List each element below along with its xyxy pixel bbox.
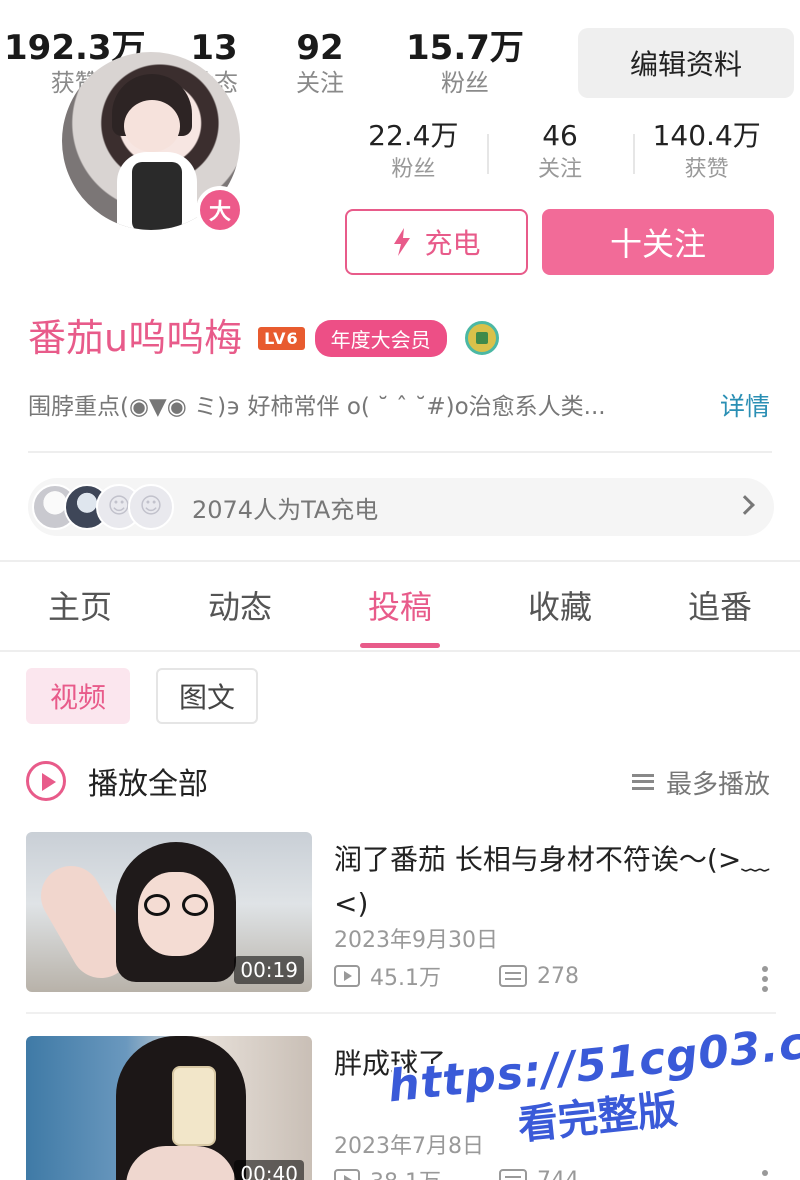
thumbnail-figure	[182, 894, 208, 916]
profile-stats: 22.4万 粉丝 46 关注 140.4万 获赞	[340, 118, 780, 198]
video-duration: 00:40	[234, 1160, 304, 1180]
legacy-stat-value: 15.7万	[406, 28, 524, 68]
more-vertical-icon[interactable]	[762, 966, 768, 972]
tab-home[interactable]: 主页	[0, 562, 160, 650]
sort-button[interactable]: 最多播放	[632, 760, 770, 804]
legacy-stat-value: 92	[296, 28, 344, 68]
video-danmaku: 278	[537, 963, 579, 989]
lightning-icon	[394, 228, 411, 256]
video-duration: 00:19	[234, 956, 304, 984]
divider	[26, 1012, 776, 1014]
video-views: 45.1万	[370, 966, 441, 991]
legacy-stat-label: 粉丝	[440, 69, 489, 97]
thumbnail-figure	[172, 1066, 216, 1146]
danmaku-icon	[499, 1169, 527, 1180]
thumbnail-figure	[144, 894, 170, 916]
legacy-stat-value: 13	[190, 28, 238, 68]
name-row: 番茄u呜呜梅 LV6 年度大会员	[28, 312, 788, 364]
stat-likes[interactable]: 140.4万 获赞	[633, 118, 780, 198]
video-meta: 38.1万 744	[334, 1164, 579, 1180]
video-thumbnail[interactable]: 00:19	[26, 832, 312, 992]
avatar-apron	[132, 162, 182, 230]
stat-fans[interactable]: 22.4万 粉丝	[340, 118, 487, 198]
legacy-stat-label: 关注	[296, 69, 344, 97]
stat-following[interactable]: 46 关注	[486, 118, 634, 198]
avatar-face	[124, 100, 180, 152]
charger-list[interactable]: 2074人为TA充电	[28, 478, 774, 536]
more-vertical-icon[interactable]	[762, 1170, 768, 1176]
stat-label: 关注	[538, 157, 583, 182]
follow-button[interactable]: 十关注	[542, 209, 774, 275]
charge-button[interactable]: 充电	[345, 209, 528, 275]
bio-details-link[interactable]: 详情	[720, 388, 770, 426]
stat-value: 140.4万	[652, 119, 761, 152]
username: 番茄u呜呜梅	[28, 316, 243, 360]
video-views: 38.1万	[370, 1164, 441, 1180]
video-meta: 45.1万 278	[334, 960, 579, 992]
video-date: 2023年9月30日	[334, 928, 498, 953]
video-title[interactable]: 润了番茄 长相与身材不符诶～(>﹏<)	[334, 838, 774, 926]
play-all-label: 播放全部	[88, 767, 208, 802]
list-icon	[632, 774, 654, 790]
level-badge: LV6	[258, 326, 305, 350]
tab-uploads[interactable]: 投稿	[320, 562, 480, 650]
video-date: 2023年7月8日	[334, 1134, 484, 1159]
chevron-right-icon	[735, 495, 755, 515]
avatar	[128, 484, 174, 530]
charger-count-text: 2074人为TA充电	[192, 495, 379, 524]
danmaku-icon	[499, 965, 527, 987]
tab-favorites[interactable]: 收藏	[480, 562, 640, 650]
profile-tabs: 主页 动态 投稿 收藏 追番	[0, 562, 800, 652]
bio-text: 围脖重点(◉▼◉ ミ)϶ 好柿常伴 o( ˘ ˆ ˘#)o治愈系人类...	[28, 394, 606, 420]
medal-icon[interactable]	[464, 321, 499, 355]
charge-button-label: 充电	[424, 227, 481, 260]
play-all-button[interactable]: 播放全部	[26, 758, 208, 804]
stat-value: 46	[542, 119, 578, 152]
stat-value: 22.4万	[368, 119, 459, 152]
divider	[28, 451, 772, 453]
video-title[interactable]: 胖成球了	[334, 1042, 774, 1086]
filter-post-chip[interactable]: 图文	[156, 668, 258, 724]
play-count-icon	[334, 1169, 360, 1180]
vip-badge[interactable]: 年度大会员	[314, 319, 447, 357]
sort-label: 最多播放	[666, 769, 771, 800]
filter-video-chip[interactable]: 视频	[26, 668, 130, 724]
tab-dynamics[interactable]: 动态	[160, 562, 320, 650]
play-circle-icon	[26, 761, 66, 801]
tab-bangumi[interactable]: 追番	[640, 562, 800, 650]
play-count-icon	[334, 965, 360, 987]
legacy-stat-following[interactable]: 92 关注	[296, 28, 344, 98]
video-card[interactable]: 00:40 胖成球了 2023年7月8日 38.1万 744	[26, 1036, 776, 1180]
legacy-stat-fans[interactable]: 15.7万 粉丝	[406, 28, 524, 98]
edit-profile-button[interactable]: 编辑资料	[578, 28, 794, 98]
video-card[interactable]: 00:19 润了番茄 长相与身材不符诶～(>﹏<) 2023年9月30日 45.…	[26, 832, 776, 1002]
stat-label: 粉丝	[391, 157, 436, 182]
avatar-badge: 大	[196, 186, 244, 234]
stat-label: 获赞	[684, 157, 729, 182]
charger-avatars	[32, 484, 174, 530]
video-danmaku: 744	[537, 1167, 579, 1180]
video-thumbnail[interactable]: 00:40	[26, 1036, 312, 1180]
